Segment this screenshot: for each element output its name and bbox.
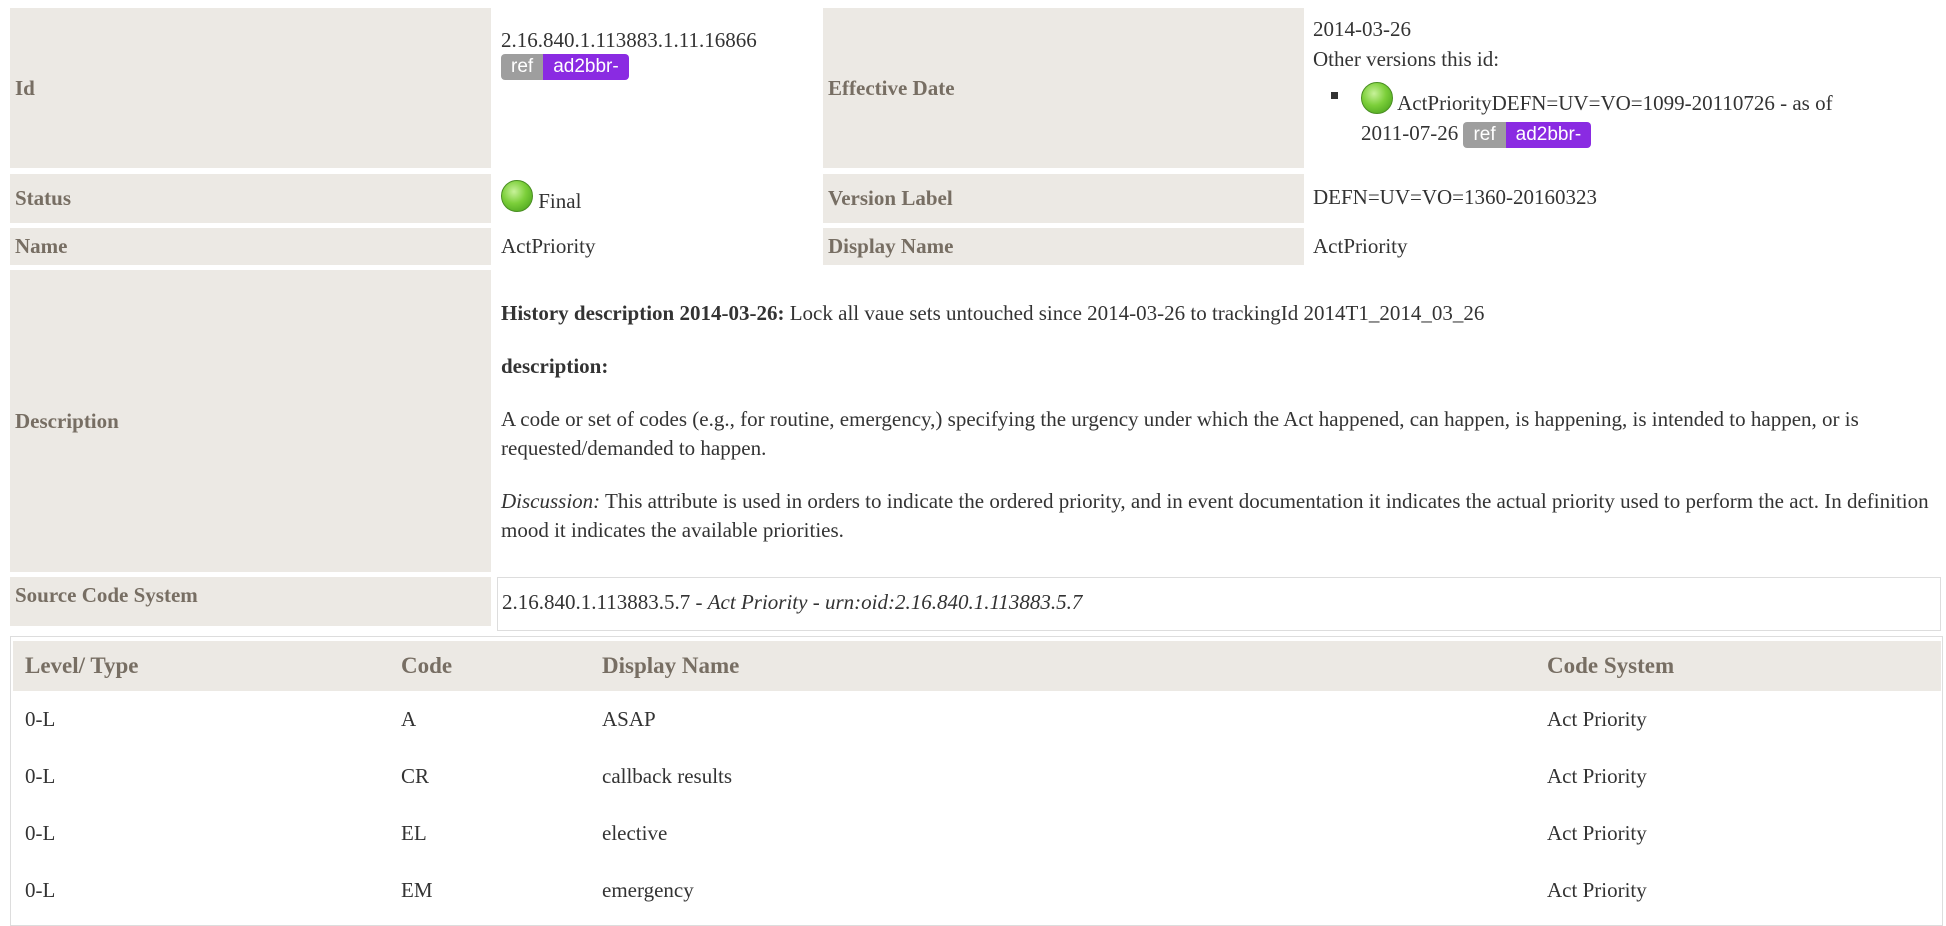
table-row: 0-L EL elective Act Priority [13, 805, 1941, 862]
other-version-ref-badge[interactable]: ref ad2bbr- [1463, 122, 1592, 149]
header-code-system[interactable]: Code System [1535, 641, 1941, 691]
source-code-system-label: Source Code System [10, 577, 491, 626]
cell-display-name: emergency [602, 878, 694, 902]
id-ref-badge[interactable]: ref ad2bbr- [501, 54, 629, 81]
status-value-cell: Final [501, 180, 581, 214]
effective-date-value: 2014-03-26 [1313, 17, 1411, 41]
source-code-system-oid: 2.16.840.1.113883.5.7 [502, 590, 691, 614]
cell-code: EM [401, 878, 433, 902]
display-name-value: ActPriority [1313, 234, 1408, 258]
ref-badge-label: ref [501, 54, 544, 81]
effective-date-cell: 2014-03-26 Other versions this id: ActPr… [1313, 14, 1933, 149]
table-row: 0-L A ASAP Act Priority [13, 691, 1941, 748]
status-final-icon [1361, 82, 1393, 114]
value-set-details: Id 2.16.840.1.113883.1.11.16866 ref ad2b… [0, 0, 1946, 926]
header-display-name[interactable]: Display Name [590, 641, 1535, 691]
status-final-icon [501, 180, 533, 212]
source-code-system-name: Act Priority [707, 590, 808, 614]
codes-table: Level/ Type Code Display Name Code Syste… [13, 641, 1941, 919]
other-version-item: ActPriorityDEFN=UV=VO=1099-20110726 - as… [1313, 82, 1933, 149]
other-versions-label: Other versions this id: [1313, 47, 1500, 71]
cell-level-type: 0-L [25, 707, 56, 731]
cell-level-type: 0-L [25, 821, 56, 845]
status-value: Final [538, 189, 582, 213]
description-value: History description 2014-03-26: Lock all… [501, 299, 1937, 545]
cell-code: A [401, 707, 417, 731]
display-name-label: Display Name [823, 228, 1304, 265]
name-label: Name [10, 228, 491, 265]
header-code[interactable]: Code [389, 641, 590, 691]
table-row: 0-L CR callback results Act Priority [13, 748, 1941, 805]
cell-code-system: Act Priority [1547, 821, 1647, 845]
table-row: 0-L EM emergency Act Priority [13, 862, 1941, 919]
history-description: History description 2014-03-26: Lock all… [501, 301, 1485, 325]
cell-level-type: 0-L [25, 764, 56, 788]
cell-level-type: 0-L [25, 878, 56, 902]
version-label-value: DEFN=UV=VO=1360-20160323 [1313, 185, 1598, 209]
discussion-text: Discussion: This attribute is used in or… [501, 489, 1929, 542]
name-value: ActPriority [501, 234, 596, 258]
effective-date-label: Effective Date [823, 8, 1304, 168]
list-bullet [1331, 92, 1338, 99]
prefix-badge-label: ad2bbr- [1505, 122, 1592, 149]
description-heading: description: [501, 354, 609, 378]
status-label: Status [10, 174, 491, 223]
description-text: A code or set of codes (e.g., for routin… [501, 407, 1859, 460]
cell-code: CR [401, 764, 430, 788]
id-label: Id [10, 8, 491, 168]
cell-display-name: callback results [602, 764, 733, 788]
other-version-link[interactable]: ActPriorityDEFN=UV=VO=1099-20110726 [1397, 91, 1775, 115]
cell-code-system: Act Priority [1547, 707, 1647, 731]
other-version-date: 2011-07-26 [1361, 121, 1459, 145]
cell-display-name: ASAP [602, 707, 656, 731]
id-value-cell: 2.16.840.1.113883.1.11.16866 ref ad2bbr- [501, 28, 821, 81]
cell-code-system: Act Priority [1547, 764, 1647, 788]
source-code-system-value: 2.16.840.1.113883.5.7 - Act Priority - u… [497, 577, 1941, 631]
version-label-label: Version Label [823, 174, 1304, 223]
description-label: Description [10, 270, 491, 572]
codes-table-header: Level/ Type Code Display Name Code Syste… [13, 641, 1941, 691]
cell-display-name: elective [602, 821, 668, 845]
cell-code: EL [401, 821, 427, 845]
other-version-as-of: - as of [1774, 91, 1833, 115]
cell-code-system: Act Priority [1547, 878, 1647, 902]
header-level-type[interactable]: Level/ Type [13, 641, 389, 691]
id-value: 2.16.840.1.113883.1.11.16866 [501, 28, 757, 52]
source-code-system-urn: urn:oid:2.16.840.1.113883.5.7 [824, 590, 1083, 614]
prefix-badge-label: ad2bbr- [543, 54, 629, 81]
ref-badge-label: ref [1463, 122, 1506, 149]
